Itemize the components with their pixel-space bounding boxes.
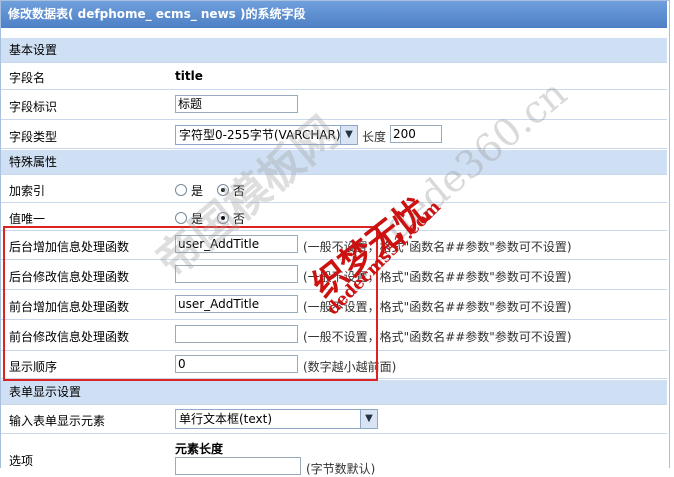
element-length-input[interactable] <box>175 457 301 475</box>
unique-yes-radio[interactable] <box>175 212 187 224</box>
element-value: 单行文本框(text) <box>179 412 273 426</box>
row-index: 加索引 是 否 <box>1 175 667 203</box>
field-name-label: 字段名 <box>9 71 46 85</box>
row-field-name: 字段名 title <box>1 63 667 90</box>
admin-edit-input[interactable] <box>175 265 298 283</box>
chevron-down-icon[interactable]: ▼ <box>340 126 357 144</box>
index-label: 加索引 <box>9 184 46 198</box>
unique-yes-label: 是 <box>191 212 204 226</box>
admin-add-hint: (一般不设置，格式"函数名##参数"参数可不设置) <box>303 240 572 254</box>
length-input[interactable]: 200 <box>390 125 442 143</box>
admin-edit-label: 后台修改信息处理函数 <box>9 270 130 284</box>
row-admin-add: 后台增加信息处理函数 user_AddTitle (一般不设置，格式"函数名##… <box>1 232 667 260</box>
index-no-label: 否 <box>232 184 245 198</box>
element-label: 输入表单显示元素 <box>9 414 106 428</box>
field-type-label: 字段类型 <box>9 130 58 144</box>
row-front-edit: 前台修改信息处理函数 (一般不设置，格式"函数名##参数"参数可不设置) <box>1 321 667 351</box>
front-add-hint: (一般不设置，格式"函数名##参数"参数可不设置) <box>303 300 572 314</box>
unique-label: 值唯一 <box>9 212 46 226</box>
order-hint: (数字越小越前面) <box>303 360 397 374</box>
field-type-select[interactable]: 字符型0-255字节(VARCHAR) ▼ <box>175 125 358 145</box>
front-add-label: 前台增加信息处理函数 <box>9 300 130 314</box>
element-length-hint: (字节数默认) <box>306 462 376 476</box>
row-options: 选项 元素长度 (字节数默认) <box>1 435 667 476</box>
index-no-radio[interactable] <box>216 184 229 196</box>
field-type-value: 字符型0-255字节(VARCHAR) <box>179 128 341 142</box>
front-edit-label: 前台修改信息处理函数 <box>9 330 130 344</box>
unique-radio-group: 是 否 <box>175 210 245 227</box>
front-add-input[interactable]: user_AddTitle <box>175 295 298 313</box>
row-admin-edit: 后台修改信息处理函数 (一般不设置，格式"函数名##参数"参数可不设置) <box>1 261 667 290</box>
section-special: 特殊属性 <box>1 150 667 175</box>
admin-add-label: 后台增加信息处理函数 <box>9 240 130 254</box>
section-basic: 基本设置 <box>1 38 667 63</box>
field-id-label: 字段标识 <box>9 100 58 114</box>
page-title: 修改数据表( defphome_ ecms_ news )的系统字段 <box>1 1 667 28</box>
row-field-type: 字段类型 字符型0-255字节(VARCHAR) ▼ 长度 200 <box>1 121 667 149</box>
admin-add-input[interactable]: user_AddTitle <box>175 235 298 253</box>
front-edit-input[interactable] <box>175 325 298 343</box>
row-display-order: 显示顺序 0 (数字越小越前面) <box>1 352 667 379</box>
section-form: 表单显示设置 <box>1 380 667 405</box>
element-select[interactable]: 单行文本框(text) ▼ <box>175 409 378 429</box>
field-name-value: title <box>175 69 203 83</box>
row-front-add: 前台增加信息处理函数 user_AddTitle (一般不设置，格式"函数名##… <box>1 291 667 320</box>
element-length-label: 元素长度 <box>175 442 224 456</box>
order-input[interactable]: 0 <box>175 355 298 373</box>
row-field-id: 字段标识 标题 <box>1 91 667 120</box>
index-yes-radio[interactable] <box>175 184 187 196</box>
index-radio-group: 是 否 <box>175 182 245 199</box>
index-yes-label: 是 <box>191 184 204 198</box>
options-label: 选项 <box>9 454 34 468</box>
row-form-element: 输入表单显示元素 单行文本框(text) ▼ <box>1 405 667 434</box>
unique-no-label: 否 <box>232 212 245 226</box>
row-unique: 值唯一 是 否 <box>1 204 667 231</box>
unique-no-radio[interactable] <box>216 212 229 224</box>
field-id-input[interactable]: 标题 <box>175 95 298 113</box>
front-edit-hint: (一般不设置，格式"函数名##参数"参数可不设置) <box>303 330 572 344</box>
chevron-down-icon[interactable]: ▼ <box>360 410 377 428</box>
order-label: 显示顺序 <box>9 360 58 374</box>
admin-edit-hint: (一般不设置，格式"函数名##参数"参数可不设置) <box>303 270 572 284</box>
length-label: 长度 <box>362 130 387 144</box>
